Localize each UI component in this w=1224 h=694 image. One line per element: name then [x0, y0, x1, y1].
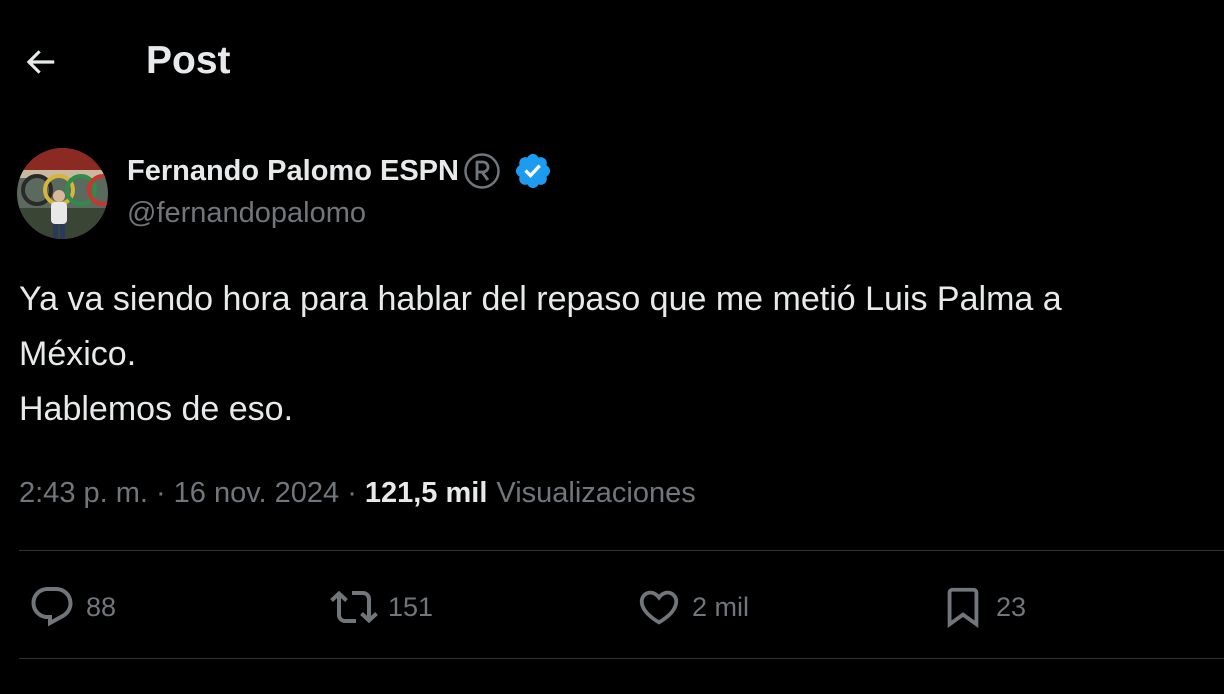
post-date[interactable]: 16 nov. 2024: [174, 477, 340, 510]
views-label: Visualizaciones: [496, 476, 696, 509]
tweet-text-line: Ya va siendo hora para hablar del repaso…: [19, 280, 1062, 318]
divider: [19, 658, 1224, 659]
retweet-count: 151: [388, 591, 434, 622]
avatar[interactable]: [17, 148, 108, 239]
like-button[interactable]: 2 mil: [636, 584, 749, 630]
retweet-button[interactable]: 151: [330, 584, 433, 630]
reply-count: 88: [86, 591, 117, 622]
tweet-text: Ya va siendo hora para hablar del repaso…: [19, 272, 1214, 437]
post-time[interactable]: 2:43 p. m.: [19, 477, 148, 510]
like-count: 2 mil: [692, 591, 750, 622]
author-name[interactable]: Fernando Palomo ESPN: [127, 155, 459, 188]
back-button[interactable]: [18, 40, 62, 84]
reply-button[interactable]: 88: [28, 584, 116, 630]
meta-separator: ·: [155, 476, 166, 509]
post-page: Post Fernando Palomo ESPN @fernandopalom…: [0, 0, 1224, 694]
bookmark-icon: [947, 587, 979, 628]
post-header: Post: [0, 0, 1224, 124]
heart-icon: [639, 590, 679, 625]
author-handle[interactable]: @fernandopalomo: [127, 197, 366, 230]
arrow-left-icon: [26, 50, 55, 74]
tweet-text-line: México.: [19, 335, 137, 373]
divider: [19, 550, 1224, 551]
bookmark-button[interactable]: 23: [940, 584, 1026, 630]
reply-bubble-icon: [31, 587, 73, 627]
retweet-icon: [330, 590, 378, 624]
registered-trademark-icon: [463, 152, 501, 190]
bookmark-count: 23: [996, 591, 1027, 622]
author-name-row: Fernando Palomo ESPN: [127, 148, 553, 194]
tweet-text-line: Hablemos de eso.: [19, 390, 294, 428]
tweet-meta: 2:43 p. m. · 16 nov. 2024 · 121,5 mil Vi…: [19, 470, 696, 516]
avatar-photo: [17, 148, 108, 239]
meta-separator: ·: [347, 476, 357, 509]
page-title: Post: [146, 39, 231, 82]
views-count: 121,5 mil: [364, 476, 488, 509]
verified-badge-icon[interactable]: [513, 151, 553, 191]
